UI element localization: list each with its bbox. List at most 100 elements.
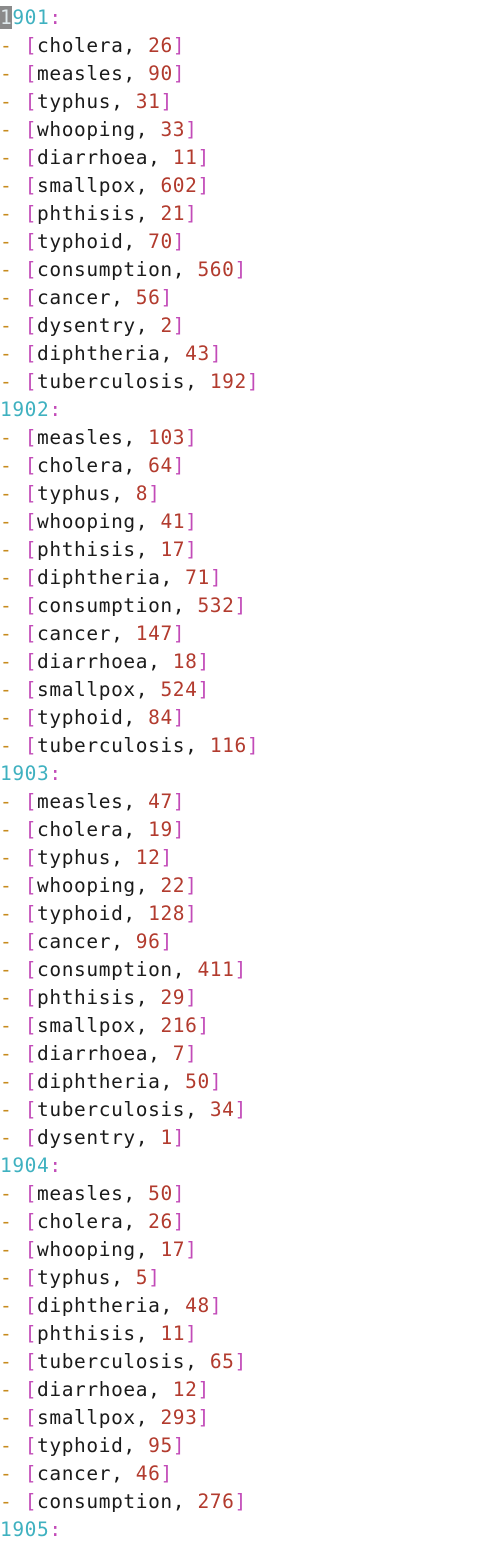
list-item: - [diarrhoea, 7]	[0, 1040, 480, 1068]
list-item: - [cancer, 56]	[0, 284, 480, 312]
comma: ,	[160, 1294, 186, 1317]
death-count: 43	[185, 342, 210, 365]
text-editor[interactable]: 1901: - [cholera, 26] - [measles, 90] - [ty…	[0, 4, 480, 1544]
comma: ,	[123, 1182, 149, 1205]
list-dash: -	[0, 594, 25, 617]
comma: ,	[160, 1070, 186, 1093]
death-count: 19	[148, 818, 173, 841]
comma: ,	[135, 1014, 161, 1037]
list-dash: -	[0, 734, 25, 757]
close-bracket: ]	[160, 846, 173, 869]
list-item: - [diarrhoea, 12]	[0, 1376, 480, 1404]
open-bracket: [	[24, 902, 38, 925]
close-bracket: ]	[197, 650, 210, 673]
close-bracket: ]	[209, 342, 223, 365]
close-bracket: ]	[172, 62, 186, 85]
open-bracket: [	[24, 258, 38, 281]
open-bracket: [	[24, 930, 38, 953]
death-count: 7	[172, 1042, 186, 1065]
close-bracket: ]	[160, 90, 173, 113]
list-item: - [smallpox, 293]	[0, 1404, 480, 1432]
close-bracket: ]	[172, 818, 186, 841]
close-bracket: ]	[209, 566, 223, 589]
comma: ,	[185, 1098, 210, 1121]
comma: ,	[123, 818, 149, 841]
open-bracket: [	[24, 1462, 38, 1485]
disease-name: tuberculosis	[37, 734, 186, 757]
list-dash: -	[0, 370, 25, 393]
disease-name: typhus	[37, 482, 112, 505]
death-count: 64	[148, 454, 173, 477]
list-dash: -	[0, 874, 25, 897]
list-dash: -	[0, 1098, 25, 1121]
list-dash: -	[0, 90, 25, 113]
list-item: - [typhus, 8]	[0, 480, 480, 508]
disease-name: phthisis	[37, 1322, 136, 1345]
comma: ,	[160, 342, 186, 365]
open-bracket: [	[24, 174, 38, 197]
open-bracket: [	[24, 1490, 38, 1513]
list-dash: -	[0, 286, 25, 309]
list-dash: -	[0, 1126, 25, 1149]
death-count: 17	[160, 1238, 186, 1261]
open-bracket: [	[24, 734, 38, 757]
death-count: 293	[160, 1406, 198, 1429]
list-dash: -	[0, 566, 25, 589]
comma: ,	[123, 1210, 149, 1233]
list-item: - [measles, 103]	[0, 424, 480, 452]
list-dash: -	[0, 818, 25, 841]
list-item: - [diphtheria, 43]	[0, 340, 480, 368]
list-item: - [diphtheria, 71]	[0, 564, 480, 592]
death-count: 26	[148, 1210, 173, 1233]
close-bracket: ]	[185, 426, 198, 449]
disease-name: smallpox	[37, 678, 136, 701]
disease-name: tuberculosis	[37, 1098, 186, 1121]
disease-name: tuberculosis	[37, 1350, 186, 1373]
death-count: 21	[160, 202, 186, 225]
close-bracket: ]	[185, 118, 198, 141]
list-item: - [measles, 50]	[0, 1180, 480, 1208]
list-item: - [typhoid, 84]	[0, 704, 480, 732]
close-bracket: ]	[160, 1462, 173, 1485]
disease-name: cancer	[37, 1462, 112, 1485]
close-bracket: ]	[185, 538, 198, 561]
close-bracket: ]	[185, 1322, 198, 1345]
close-bracket: ]	[185, 1042, 198, 1065]
year-label: 1905	[0, 1518, 50, 1541]
death-count: 22	[160, 874, 186, 897]
list-dash: -	[0, 1434, 25, 1457]
list-dash: -	[0, 1462, 25, 1485]
close-bracket: ]	[172, 1126, 186, 1149]
close-bracket: ]	[234, 1490, 247, 1513]
list-dash: -	[0, 958, 25, 981]
disease-name: phthisis	[37, 538, 136, 561]
open-bracket: [	[24, 1126, 38, 1149]
comma: ,	[172, 1490, 198, 1513]
list-dash: -	[0, 62, 25, 85]
list-item: - [phthisis, 11]	[0, 1320, 480, 1348]
list-dash: -	[0, 1210, 25, 1233]
disease-name: diarrhoea	[37, 1042, 149, 1065]
disease-name: phthisis	[37, 202, 136, 225]
comma: ,	[123, 62, 149, 85]
death-count: 56	[135, 286, 161, 309]
open-bracket: [	[24, 1322, 38, 1345]
comma: ,	[135, 510, 161, 533]
list-dash: -	[0, 258, 25, 281]
close-bracket: ]	[172, 706, 186, 729]
close-bracket: ]	[234, 1350, 247, 1373]
disease-name: typhoid	[37, 902, 124, 925]
list-item: - [typhoid, 95]	[0, 1432, 480, 1460]
open-bracket: [	[24, 314, 38, 337]
disease-name: typhus	[37, 90, 112, 113]
comma: ,	[123, 902, 149, 925]
death-count: 103	[148, 426, 186, 449]
close-bracket: ]	[197, 174, 210, 197]
open-bracket: [	[24, 706, 38, 729]
comma: ,	[111, 622, 136, 645]
list-item: - [cholera, 26]	[0, 1208, 480, 1236]
disease-name: consumption	[37, 1490, 173, 1513]
close-bracket: ]	[197, 146, 210, 169]
comma: ,	[135, 1238, 161, 1261]
disease-name: typhus	[37, 846, 112, 869]
